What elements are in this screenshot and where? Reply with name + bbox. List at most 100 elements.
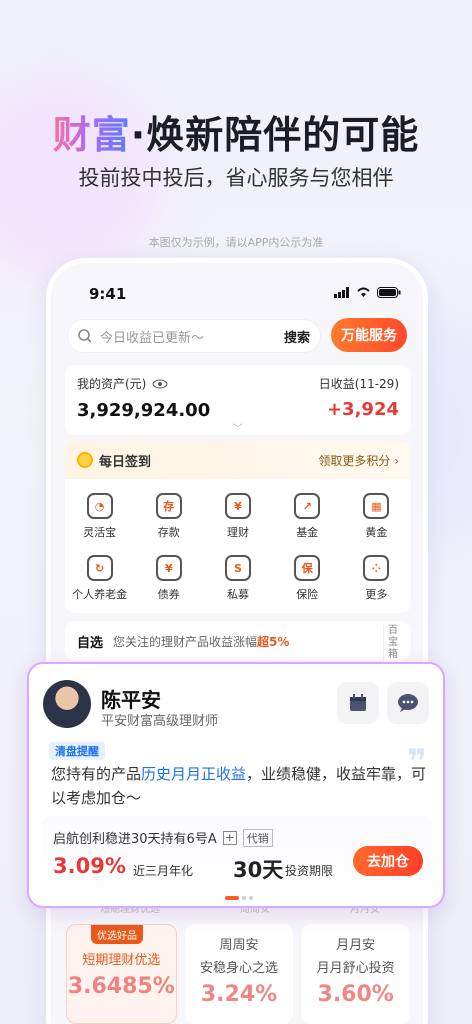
menu-item[interactable]: 保保险	[273, 549, 342, 611]
deposit-icon: 存	[155, 493, 182, 519]
product-tab-rate: 3.6485%	[67, 974, 175, 999]
product-tab-title: 短期理财优选	[82, 953, 161, 968]
bottom-product-tabs: 优选好品短期理财优选 3.6485% 周周安安稳身心之选 3.24% 月月安月月舒心投资…	[66, 924, 411, 1024]
asset-card[interactable]: 我的资产(元) 3,929,924.00 日收益(11-29) +3,924 ﹀	[65, 365, 411, 435]
product-tab-subtitle: 安稳身心之选	[200, 961, 279, 976]
advisor-title: 平安财富高级理财师	[101, 714, 219, 729]
menu-item[interactable]: ↻ 个人养老金	[65, 549, 134, 611]
search-input[interactable]: 今日收益已更新～	[100, 327, 284, 346]
product-tab[interactable]: 周周安安稳身心之选 3.24%	[184, 924, 294, 1024]
menu-item-label: 黄金	[365, 526, 388, 539]
asset-label: 我的资产(元)	[77, 377, 147, 391]
private-fund-icon: S	[224, 555, 251, 581]
product-name: 启航创利稳进30天持有6号A	[53, 832, 217, 847]
menu-item[interactable]: ¥ 理财	[203, 487, 272, 549]
watchlist-title: 自选	[77, 635, 104, 651]
menu-item[interactable]: 存存款	[134, 487, 203, 549]
calendar-icon	[350, 694, 366, 711]
hero-title-rest: 焕新陪伴的可能	[146, 113, 420, 157]
hero-title: 财富·焕新陪伴的可能	[0, 104, 472, 159]
menu-item[interactable]: ↗ 基金	[273, 487, 342, 549]
daily-income-value: +3,924	[326, 399, 399, 420]
treasure-box-link[interactable]: 百宝箱	[383, 625, 405, 661]
menu-item-label: 基金	[296, 526, 319, 539]
add-position-button[interactable]: 去加仓	[353, 846, 423, 876]
preferred-badge: 优选好品	[91, 925, 143, 944]
advisor-popup: 陈平安 平安财富高级理财师 清盘提醒 ❞ 您持有的产品历史月月正收益，业绩稳健，…	[27, 662, 445, 908]
coin-icon	[77, 452, 93, 468]
product-tab-title: 周周安	[219, 938, 259, 953]
agent-badge: 代销	[242, 828, 273, 847]
watchlist-highlight: 超5%	[257, 634, 290, 649]
advisor-name: 陈平安	[101, 688, 161, 712]
product-tab-title: 月月安	[336, 938, 376, 953]
menu-item[interactable]: ¥ 债券	[134, 549, 203, 611]
wealth-icon: ¥	[224, 493, 251, 519]
menu-item-label: 更多	[365, 588, 388, 601]
status-time: 9:41	[89, 285, 127, 303]
wifi-icon	[357, 287, 370, 297]
menu-item[interactable]: ⁘ 更多	[342, 549, 411, 611]
search-icon	[78, 329, 92, 343]
service-button[interactable]: 万能服务	[331, 318, 407, 352]
menu-item-label: 个人养老金	[72, 588, 128, 601]
menu-grid: ◔ 灵活宝 存存款 ¥ 理财 ↗ 基金 ▦ 黄金 ↻ 个人养老金 ¥ 债券 S 私募 保保险 ⁘ 更多	[65, 479, 411, 611]
product-tab-subtitle: 月月舒心投资	[316, 961, 395, 976]
menu-item-label: 债券	[157, 588, 180, 601]
eye-icon[interactable]	[152, 379, 168, 389]
disclaimer: 本图仅为示例，请以APP内公示为准	[148, 236, 324, 249]
menu-card: 每日签到 领取更多积分 › ◔ 灵活宝 存存款 ¥ 理财 ↗ 基金 ▦ 黄金 ↻ 个人养老金 ¥ 债券 S…	[65, 441, 411, 613]
hero-title-dot: ·	[130, 113, 147, 157]
pager-dot	[249, 896, 253, 900]
avatar	[43, 680, 91, 728]
product-term-label: 投资期限	[285, 864, 334, 878]
advisor-message: 您持有的产品历史月月正收益，业绩稳健，收益牢靠，可以考虑加仓～	[51, 762, 431, 810]
product-tab[interactable]: 优选好品短期理财优选 3.6485%	[66, 924, 177, 1024]
insurance-icon: 保	[294, 555, 321, 581]
fund-icon: ↗	[294, 493, 321, 519]
advisor-message-highlight[interactable]: 历史月月正收益	[141, 765, 246, 783]
pager-dot	[242, 896, 246, 900]
menu-item[interactable]: ◔ 灵活宝	[65, 487, 134, 549]
gold-icon: ▦	[363, 493, 390, 519]
signin-bar[interactable]: 每日签到 领取更多积分 ›	[65, 441, 411, 479]
chat-icon	[398, 694, 418, 712]
battery-icon	[377, 287, 401, 298]
hero-title-highlight: 财富	[52, 113, 131, 157]
pension-icon: ↻	[86, 555, 113, 581]
menu-item-label: 理财	[226, 526, 249, 539]
signin-title: 每日签到	[99, 454, 152, 470]
bond-icon: ¥	[155, 555, 182, 581]
menu-item-label: 灵活宝	[83, 526, 117, 539]
product-tab[interactable]: 月月安月月舒心投资 3.60%	[301, 924, 411, 1024]
chevron-down-icon[interactable]: ﹀	[233, 420, 243, 435]
search-bar[interactable]: 今日收益已更新～ 搜索	[67, 319, 321, 353]
product-card[interactable]: 启航创利稳进30天持有6号A + 代销 3.09% 近三月年化 30天 投资期限…	[41, 816, 433, 902]
product-rate-label: 近三月年化	[133, 864, 194, 878]
status-icons	[334, 287, 401, 298]
pager-dots	[225, 896, 253, 900]
menu-item[interactable]: S 私募	[203, 549, 272, 611]
wallet-icon: ◔	[86, 493, 113, 519]
search-button[interactable]: 搜索	[284, 327, 310, 346]
chat-button[interactable]	[387, 682, 429, 724]
watchlist-text: 您关注的理财产品收益涨幅	[113, 634, 258, 649]
menu-item-label: 私募	[226, 588, 249, 601]
signin-more-link[interactable]: 领取更多积分 ›	[318, 452, 399, 469]
daily-income-label: 日收益(11-29)	[318, 377, 399, 391]
product-tab-rate: 3.24%	[200, 982, 278, 1007]
add-icon[interactable]: +	[222, 830, 237, 845]
menu-item[interactable]: ▦ 黄金	[342, 487, 411, 549]
advisor-message-a: 您持有的产品	[51, 765, 142, 783]
product-tab-rate: 3.60%	[317, 982, 394, 1007]
menu-item-label: 保险	[296, 588, 319, 601]
menu-item-label: 存款	[157, 526, 180, 539]
product-name-row: 启航创利稳进30天持有6号A + 代销	[53, 828, 273, 847]
more-icon: ⁘	[363, 555, 390, 581]
clearance-tag: 清盘提醒	[49, 742, 105, 760]
calendar-button[interactable]	[337, 682, 379, 724]
product-term: 30天	[233, 858, 284, 882]
watchlist-bar[interactable]: 自选 您关注的理财产品收益涨幅 超5% 百宝箱	[65, 621, 411, 661]
hero-subtitle: 投前投中投后，省心服务与您相伴	[78, 166, 394, 190]
pager-dot	[225, 896, 239, 900]
